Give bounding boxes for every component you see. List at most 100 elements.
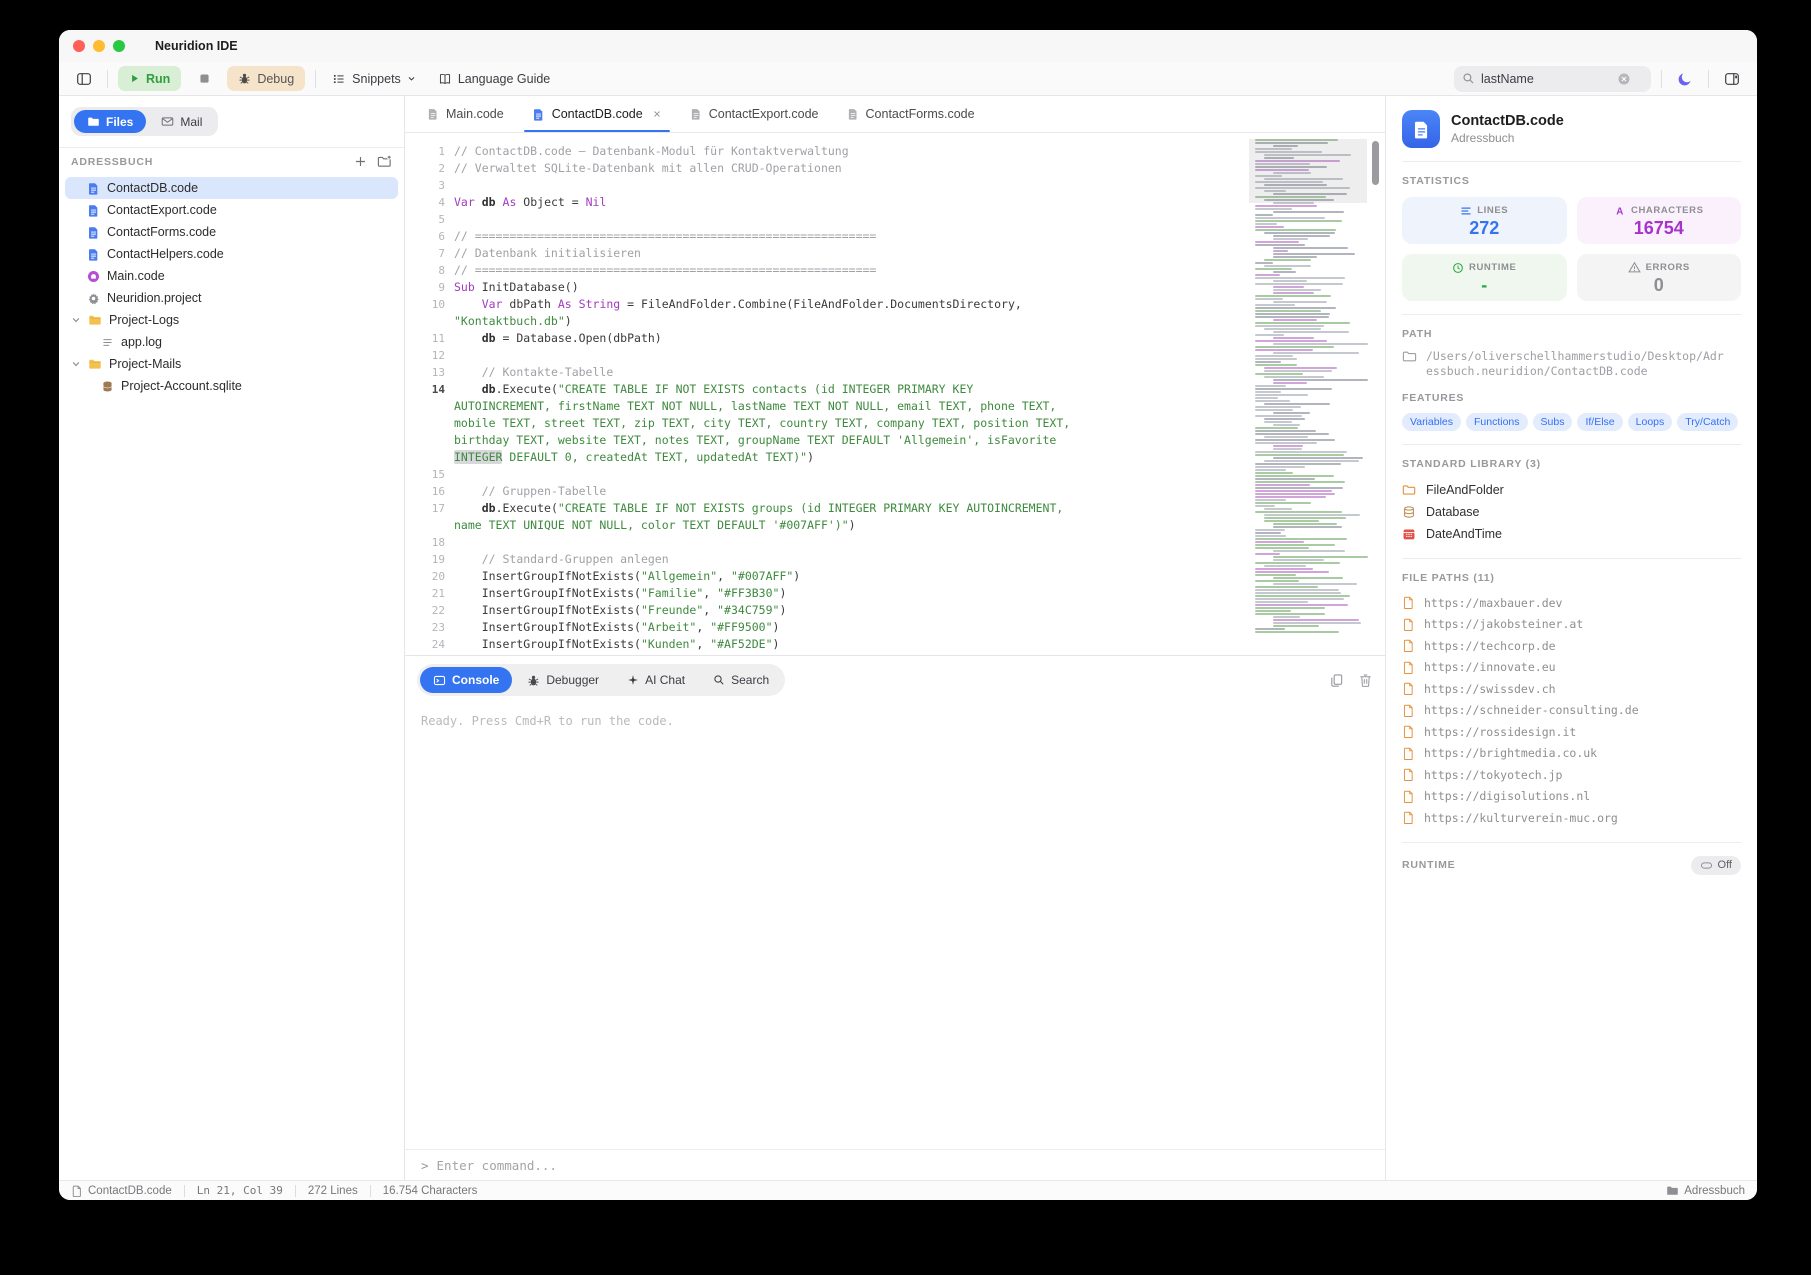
console-output: Ready. Press Cmd+R to run the code. <box>405 704 1385 1149</box>
clear-search-icon[interactable] <box>1617 72 1631 86</box>
zoom-window-button[interactable] <box>113 40 125 52</box>
editor-tab-contactexport-code[interactable]: ContactExport.code <box>676 96 833 132</box>
snippets-button[interactable]: Snippets <box>326 66 422 91</box>
code-line[interactable]: 16 // Gruppen-Tabelle <box>405 483 1385 500</box>
code-line[interactable]: 19 // Standard-Gruppen anlegen <box>405 551 1385 568</box>
debug-button[interactable]: Debug <box>227 66 305 91</box>
code-line[interactable]: 13 // Kontakte-Tabelle <box>405 364 1385 381</box>
filepath-item[interactable]: https://maxbauer.dev <box>1402 592 1741 614</box>
code-line[interactable]: 24 InsertGroupIfNotExists("Kunden", "#AF… <box>405 636 1385 653</box>
feature-pill-functions: Functions <box>1466 413 1528 431</box>
copy-output-button[interactable] <box>1329 673 1344 688</box>
console-tab-ai-chat[interactable]: AI Chat <box>614 667 698 693</box>
tree-item-contactexport-code[interactable]: ContactExport.code <box>65 199 398 221</box>
code-line[interactable]: 8// ====================================… <box>405 262 1385 279</box>
code-line[interactable]: 12 <box>405 347 1385 364</box>
code-line[interactable]: 23 InsertGroupIfNotExists("Arbeit", "#FF… <box>405 619 1385 636</box>
close-window-button[interactable] <box>73 40 85 52</box>
filepath-item[interactable]: https://digisolutions.nl <box>1402 786 1741 808</box>
search-icon <box>1462 72 1475 85</box>
dark-mode-toggle[interactable] <box>1672 66 1698 92</box>
features-title: FEATURES <box>1402 392 1741 404</box>
code-line[interactable]: 7// Datenbank initialisieren <box>405 245 1385 262</box>
inspector-panel: ContactDB.code Adressbuch STATISTICS LIN… <box>1385 96 1757 1180</box>
chevron-down-icon[interactable] <box>71 359 81 369</box>
tab-files[interactable]: Files <box>74 110 146 133</box>
doc-icon <box>71 1185 83 1197</box>
tree-item-contactdb-code[interactable]: ContactDB.code <box>65 177 398 199</box>
toggle-sidebar-button[interactable] <box>71 66 97 92</box>
code-line[interactable]: 4Var db As Object = Nil <box>405 194 1385 211</box>
filepath-url: https://jakobsteiner.at <box>1424 617 1583 631</box>
command-input[interactable] <box>437 1158 1369 1173</box>
code-line[interactable]: 6// ====================================… <box>405 228 1385 245</box>
toolbar-divider <box>315 70 316 88</box>
code-line[interactable]: 18 <box>405 534 1385 551</box>
console-tab-console[interactable]: Console <box>420 667 512 693</box>
code-line[interactable]: 22 InsertGroupIfNotExists("Freunde", "#3… <box>405 602 1385 619</box>
filepath-item[interactable]: https://tokyotech.jp <box>1402 764 1741 786</box>
run-button[interactable]: Run <box>118 66 181 91</box>
editor-tab-main-code[interactable]: Main.code <box>413 96 518 132</box>
warning-icon <box>1628 261 1641 274</box>
minimap-viewport[interactable] <box>1249 139 1367 203</box>
filepath-item[interactable]: https://innovate.eu <box>1402 657 1741 679</box>
code-line[interactable]: 20 InsertGroupIfNotExists("Allgemein", "… <box>405 568 1385 585</box>
filepath-item[interactable]: https://kulturverein-muc.org <box>1402 807 1741 829</box>
tree-item-project-account-sqlite[interactable]: Project-Account.sqlite <box>65 375 398 397</box>
stop-button[interactable] <box>191 66 217 92</box>
file-tree: ContactDB.codeContactExport.codeContactF… <box>59 175 404 399</box>
tree-item-label: Neuridion.project <box>107 291 202 305</box>
code-line[interactable]: 2// Verwaltet SQLite-Datenbank mit allen… <box>405 160 1385 177</box>
tree-item-main-code[interactable]: Main.code <box>65 265 398 287</box>
code-line[interactable]: 17 db.Execute("CREATE TABLE IF NOT EXIST… <box>405 500 1385 534</box>
tree-item-project-logs[interactable]: Project-Logs <box>65 309 398 331</box>
filepath-item[interactable]: https://schneider-consulting.de <box>1402 700 1741 722</box>
code-line[interactable]: 3 <box>405 177 1385 194</box>
runtime-toggle[interactable]: Off <box>1691 856 1741 875</box>
code-line[interactable]: 11 db = Database.Open(dbPath) <box>405 330 1385 347</box>
filepath-item[interactable]: https://jakobsteiner.at <box>1402 614 1741 636</box>
code-line[interactable]: 15 <box>405 466 1385 483</box>
main-toolbar: Run Debug Snippets Language Guide <box>59 62 1757 96</box>
tree-item-contacthelpers-code[interactable]: ContactHelpers.code <box>65 243 398 265</box>
tree-item-app-log[interactable]: app.log <box>65 331 398 353</box>
dbbrown-icon <box>101 380 114 393</box>
minimize-window-button[interactable] <box>93 40 105 52</box>
filepath-item[interactable]: https://brightmedia.co.uk <box>1402 743 1741 765</box>
filepath-item[interactable]: https://swissdev.ch <box>1402 678 1741 700</box>
console-tab-debugger[interactable]: Debugger <box>514 667 612 693</box>
global-search-field[interactable] <box>1454 66 1651 92</box>
status-file: ContactDB.code <box>88 1185 172 1197</box>
code-content[interactable]: 1// ContactDB.code — Datenbank-Modul für… <box>405 133 1385 655</box>
code-editor[interactable]: 1// ContactDB.code — Datenbank-Modul für… <box>405 133 1385 655</box>
new-folder-button[interactable] <box>377 154 392 169</box>
filepath-item[interactable]: https://rossidesign.it <box>1402 721 1741 743</box>
tree-item-contactforms-code[interactable]: ContactForms.code <box>65 221 398 243</box>
chevron-down-icon[interactable] <box>71 315 81 325</box>
minimap[interactable] <box>1255 139 1359 637</box>
editor-scrollbar-thumb[interactable] <box>1372 141 1379 185</box>
code-line[interactable]: 14 db.Execute("CREATE TABLE IF NOT EXIST… <box>405 381 1385 466</box>
inspector-project-name: Adressbuch <box>1451 131 1564 145</box>
envelope-icon <box>161 115 174 128</box>
code-line[interactable]: 10 Var dbPath As String = FileAndFolder.… <box>405 296 1385 330</box>
clear-output-button[interactable] <box>1358 673 1373 688</box>
add-file-button[interactable] <box>354 155 367 168</box>
tree-item-neuridion-project[interactable]: Neuridion.project <box>65 287 398 309</box>
close-tab-icon[interactable] <box>652 109 662 119</box>
editor-tab-contactdb-code[interactable]: ContactDB.code <box>518 96 676 132</box>
stat-card-lines: LINES272 <box>1402 197 1567 244</box>
code-line[interactable]: 21 InsertGroupIfNotExists("Familie", "#F… <box>405 585 1385 602</box>
tree-item-project-mails[interactable]: Project-Mails <box>65 353 398 375</box>
tab-mail[interactable]: Mail <box>148 110 215 133</box>
code-line[interactable]: 1// ContactDB.code — Datenbank-Modul für… <box>405 143 1385 160</box>
filepath-item[interactable]: https://techcorp.de <box>1402 635 1741 657</box>
code-line[interactable]: 9Sub InitDatabase() <box>405 279 1385 296</box>
search-input[interactable] <box>1481 72 1611 86</box>
console-tab-search[interactable]: Search <box>700 667 782 693</box>
editor-tab-contactforms-code[interactable]: ContactForms.code <box>833 96 989 132</box>
language-guide-button[interactable]: Language Guide <box>432 66 556 91</box>
code-line[interactable]: 5 <box>405 211 1385 228</box>
toggle-inspector-button[interactable] <box>1719 66 1745 92</box>
